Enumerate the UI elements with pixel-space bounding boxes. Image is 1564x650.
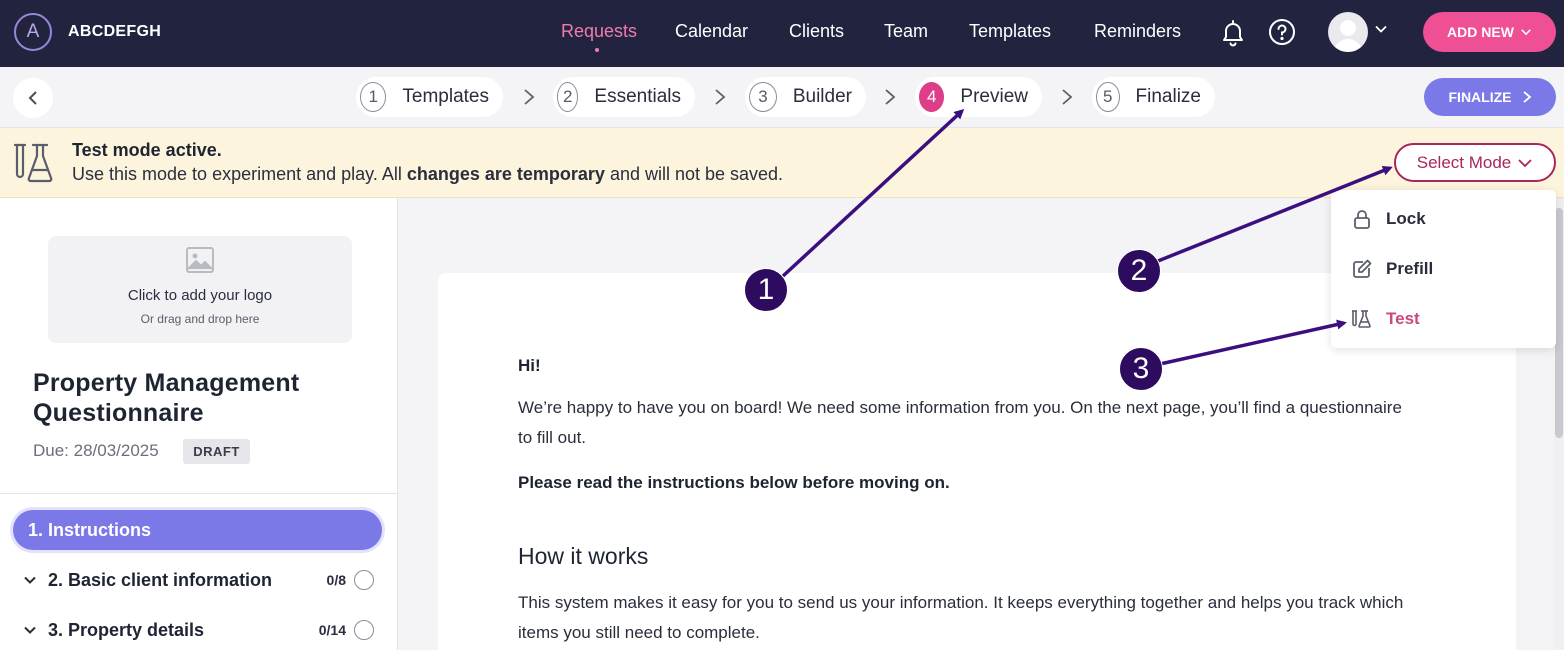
divider — [0, 493, 398, 494]
step-templates[interactable]: 1 Templates — [356, 77, 503, 117]
progress-circle-icon — [354, 570, 374, 590]
brand-name[interactable]: ABCDEFGH — [68, 23, 161, 41]
chevron-right-icon — [524, 89, 535, 105]
edit-icon — [1353, 259, 1372, 278]
nav-reminders[interactable]: Reminders — [1094, 21, 1181, 42]
chevron-down-icon — [1518, 158, 1532, 167]
nav-calendar[interactable]: Calendar — [675, 21, 748, 42]
help-icon[interactable] — [1268, 18, 1296, 46]
section-label: 2. Basic client information — [48, 569, 273, 590]
annotation-badge-3: 3 — [1119, 347, 1163, 391]
top-navigation: A ABCDEFGH Requests Calendar Clients Tea… — [0, 0, 1564, 67]
finalize-button[interactable]: FINALIZE — [1424, 78, 1556, 116]
step-essentials[interactable]: 2 Essentials — [553, 77, 695, 117]
due-date: Due: 28/03/2025 — [33, 441, 159, 460]
menu-item-label: Test — [1386, 309, 1420, 328]
page-title: Property Management Questionnaire — [33, 369, 300, 427]
logo-upload-area[interactable]: Click to add your logo Or drag and drop … — [48, 236, 352, 343]
step-number: 1 — [360, 82, 387, 112]
select-mode-label: Select Mode — [1416, 152, 1512, 172]
add-new-button[interactable]: ADD NEW — [1423, 12, 1556, 52]
logo-upload-title: Click to add your logo — [127, 287, 273, 304]
step-label: Finalize — [1135, 86, 1201, 107]
section-instructions[interactable]: 1. Instructions — [13, 510, 382, 550]
mode-dropdown-menu: Lock Prefill Test — [1331, 190, 1556, 348]
banner-text-start: Use this mode to experiment and play. Al… — [72, 164, 407, 184]
section-progress: 0/14 — [318, 622, 346, 638]
annotation-badge-1: 1 — [744, 268, 788, 312]
chevron-down-icon[interactable] — [22, 622, 38, 638]
image-icon — [186, 247, 214, 273]
logo-letter: A — [26, 21, 40, 42]
steps-bar: 1 Templates 2 Essentials 3 Builder 4 Pre… — [0, 67, 1564, 128]
bell-icon[interactable] — [1219, 18, 1247, 48]
banner-title: Test mode active. — [72, 140, 222, 160]
chevron-down-icon[interactable] — [22, 572, 38, 588]
banner-text-bold: changes are temporary — [406, 164, 605, 184]
step-label: Templates — [402, 86, 489, 107]
chevron-left-icon — [28, 91, 37, 105]
add-new-label: ADD NEW — [1447, 24, 1514, 40]
section-basic-client-information[interactable]: 2. Basic client information 0/8 — [22, 566, 374, 594]
step-label: Essentials — [594, 86, 681, 107]
instruction-note: Please read the instructions below befor… — [518, 473, 950, 492]
test-mode-banner: Test mode active. Use this mode to exper… — [0, 128, 1564, 198]
section-label: 3. Property details — [48, 619, 205, 640]
nav-requests[interactable]: Requests — [561, 21, 637, 42]
chevron-down-icon — [1521, 29, 1531, 36]
step-label: Builder — [792, 86, 852, 107]
progress-circle-icon — [354, 620, 374, 640]
step-label: Preview — [960, 86, 1028, 107]
sidebar: Click to add your logo Or drag and drop … — [0, 198, 398, 650]
finalize-label: FINALIZE — [1448, 89, 1512, 105]
avatar[interactable] — [1328, 12, 1368, 52]
greeting: Hi! — [518, 356, 541, 375]
step-finalize[interactable]: 5 Finalize — [1092, 77, 1215, 117]
status-badge: DRAFT — [183, 439, 250, 464]
how-it-works-paragraph: This system makes it easy for you to sen… — [518, 593, 1404, 642]
menu-item-test[interactable]: Test — [1351, 306, 1420, 332]
scrollbar-thumb[interactable] — [1555, 208, 1563, 438]
intro-paragraph: We’re happy to have you on board! We nee… — [518, 398, 1402, 447]
menu-item-lock[interactable]: Lock — [1351, 206, 1426, 232]
step-number: 4 — [919, 82, 945, 112]
back-button[interactable] — [13, 78, 53, 118]
chevron-right-icon — [1522, 91, 1531, 103]
menu-item-prefill[interactable]: Prefill — [1351, 256, 1433, 282]
nav-active-indicator — [595, 48, 599, 52]
nav-clients[interactable]: Clients — [789, 21, 844, 42]
select-mode-button[interactable]: Select Mode — [1394, 143, 1556, 182]
chevron-right-icon — [715, 89, 726, 105]
banner-text: Use this mode to experiment and play. Al… — [72, 164, 783, 185]
section-label: 1. Instructions — [28, 519, 152, 540]
flask-icon — [13, 143, 53, 183]
section-property-details[interactable]: 3. Property details 0/14 — [22, 616, 374, 644]
step-preview[interactable]: 4 Preview — [915, 77, 1042, 117]
logo-upload-hint: Or drag and drop here — [140, 312, 260, 326]
chevron-right-icon — [1062, 89, 1073, 105]
chevron-right-icon — [885, 89, 896, 105]
step-number: 2 — [557, 82, 579, 112]
step-builder[interactable]: 3 Builder — [745, 77, 866, 117]
user-icon — [1334, 20, 1362, 52]
chevron-down-icon[interactable] — [1374, 22, 1388, 36]
section-heading: How it works — [518, 543, 649, 569]
nav-templates[interactable]: Templates — [969, 21, 1051, 42]
flask-icon — [1352, 310, 1371, 328]
annotation-badge-2: 2 — [1117, 249, 1161, 293]
menu-item-label: Lock — [1386, 209, 1426, 228]
nav-team[interactable]: Team — [884, 21, 928, 42]
banner-text-end: and will not be saved. — [604, 164, 784, 184]
step-number: 5 — [1096, 82, 1120, 112]
step-number: 3 — [749, 82, 777, 112]
app-logo[interactable]: A — [14, 13, 52, 51]
lock-icon — [1354, 210, 1370, 229]
menu-item-label: Prefill — [1386, 259, 1434, 278]
section-progress: 0/8 — [326, 572, 346, 588]
